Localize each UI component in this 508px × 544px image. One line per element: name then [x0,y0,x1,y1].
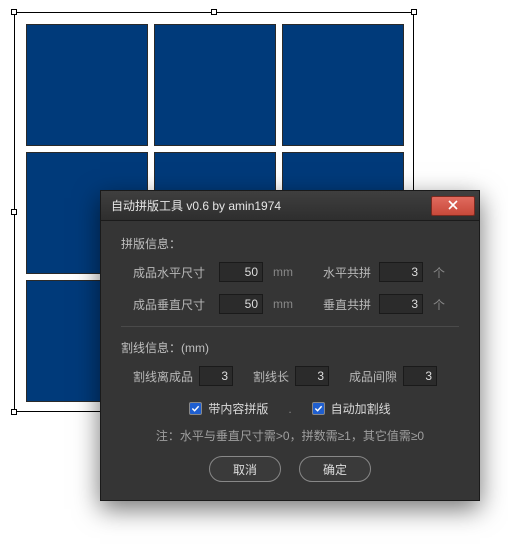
label-v-count: 垂直共拼 [315,296,371,313]
auto-imposition-dialog: 自动拼版工具 v0.6 by amin1974 拼版信息： 成品水平尺寸 mm … [100,190,480,501]
label-gap: 成品间隙 [349,368,397,385]
row-vertical-size: 成品垂直尺寸 mm 垂直共拼 个 [121,294,459,314]
label-v-size: 成品垂直尺寸 [133,296,211,313]
resize-handle-tl[interactable] [11,9,17,15]
cancel-button[interactable]: 取消 [209,456,281,482]
label-cut-length: 割线长 [253,368,289,385]
cutline-section-label: 割线信息：(mm) [121,339,459,356]
ok-button[interactable]: 确定 [299,456,371,482]
checkbox-row: 带内容拼版 . 自动加割线 [121,400,459,417]
resize-handle-bl[interactable] [11,409,17,415]
label-cut-offset: 割线离成品 [133,368,193,385]
section-divider [121,326,459,327]
input-h-count[interactable] [379,262,423,282]
input-v-size[interactable] [219,294,263,314]
resize-handle-tr[interactable] [411,9,417,15]
close-button[interactable] [431,196,475,216]
resize-handle-tm[interactable] [211,9,217,15]
row-horizontal-size: 成品水平尺寸 mm 水平共拼 个 [121,262,459,282]
imposition-section-label: 拼版信息： [121,235,459,252]
input-v-count[interactable] [379,294,423,314]
tile [154,24,276,146]
unit-mm: mm [273,265,293,279]
checkbox-label: 带内容拼版 [208,400,268,417]
unit-mm: mm [273,297,293,311]
close-icon [448,199,458,213]
input-cut-length[interactable] [295,366,329,386]
button-row: 取消 确定 [121,456,459,482]
label-h-size: 成品水平尺寸 [133,264,211,281]
unit-ge: 个 [433,296,445,313]
dialog-titlebar[interactable]: 自动拼版工具 v0.6 by amin1974 [101,191,479,221]
check-icon [312,402,325,415]
checkbox-auto-cutline[interactable]: 自动加割线 [312,400,391,417]
label-h-count: 水平共拼 [315,264,371,281]
note-text: 注：水平与垂直尺寸需>0，拼数需≥1，其它值需≥0 [121,427,459,444]
checkbox-label: 自动加割线 [331,400,391,417]
input-h-size[interactable] [219,262,263,282]
tile [26,24,148,146]
resize-handle-ml[interactable] [11,209,17,215]
dialog-body: 拼版信息： 成品水平尺寸 mm 水平共拼 个 成品垂直尺寸 mm 垂直共拼 个 … [101,221,479,500]
tile [282,24,404,146]
dialog-title: 自动拼版工具 v0.6 by amin1974 [111,197,281,214]
input-cut-offset[interactable] [199,366,233,386]
row-cutline: 割线离成品 割线长 成品间隙 [121,366,459,386]
checkbox-with-content[interactable]: 带内容拼版 [189,400,268,417]
separator-dot: . [288,402,291,416]
unit-ge: 个 [433,264,445,281]
check-icon [189,402,202,415]
input-gap[interactable] [403,366,437,386]
